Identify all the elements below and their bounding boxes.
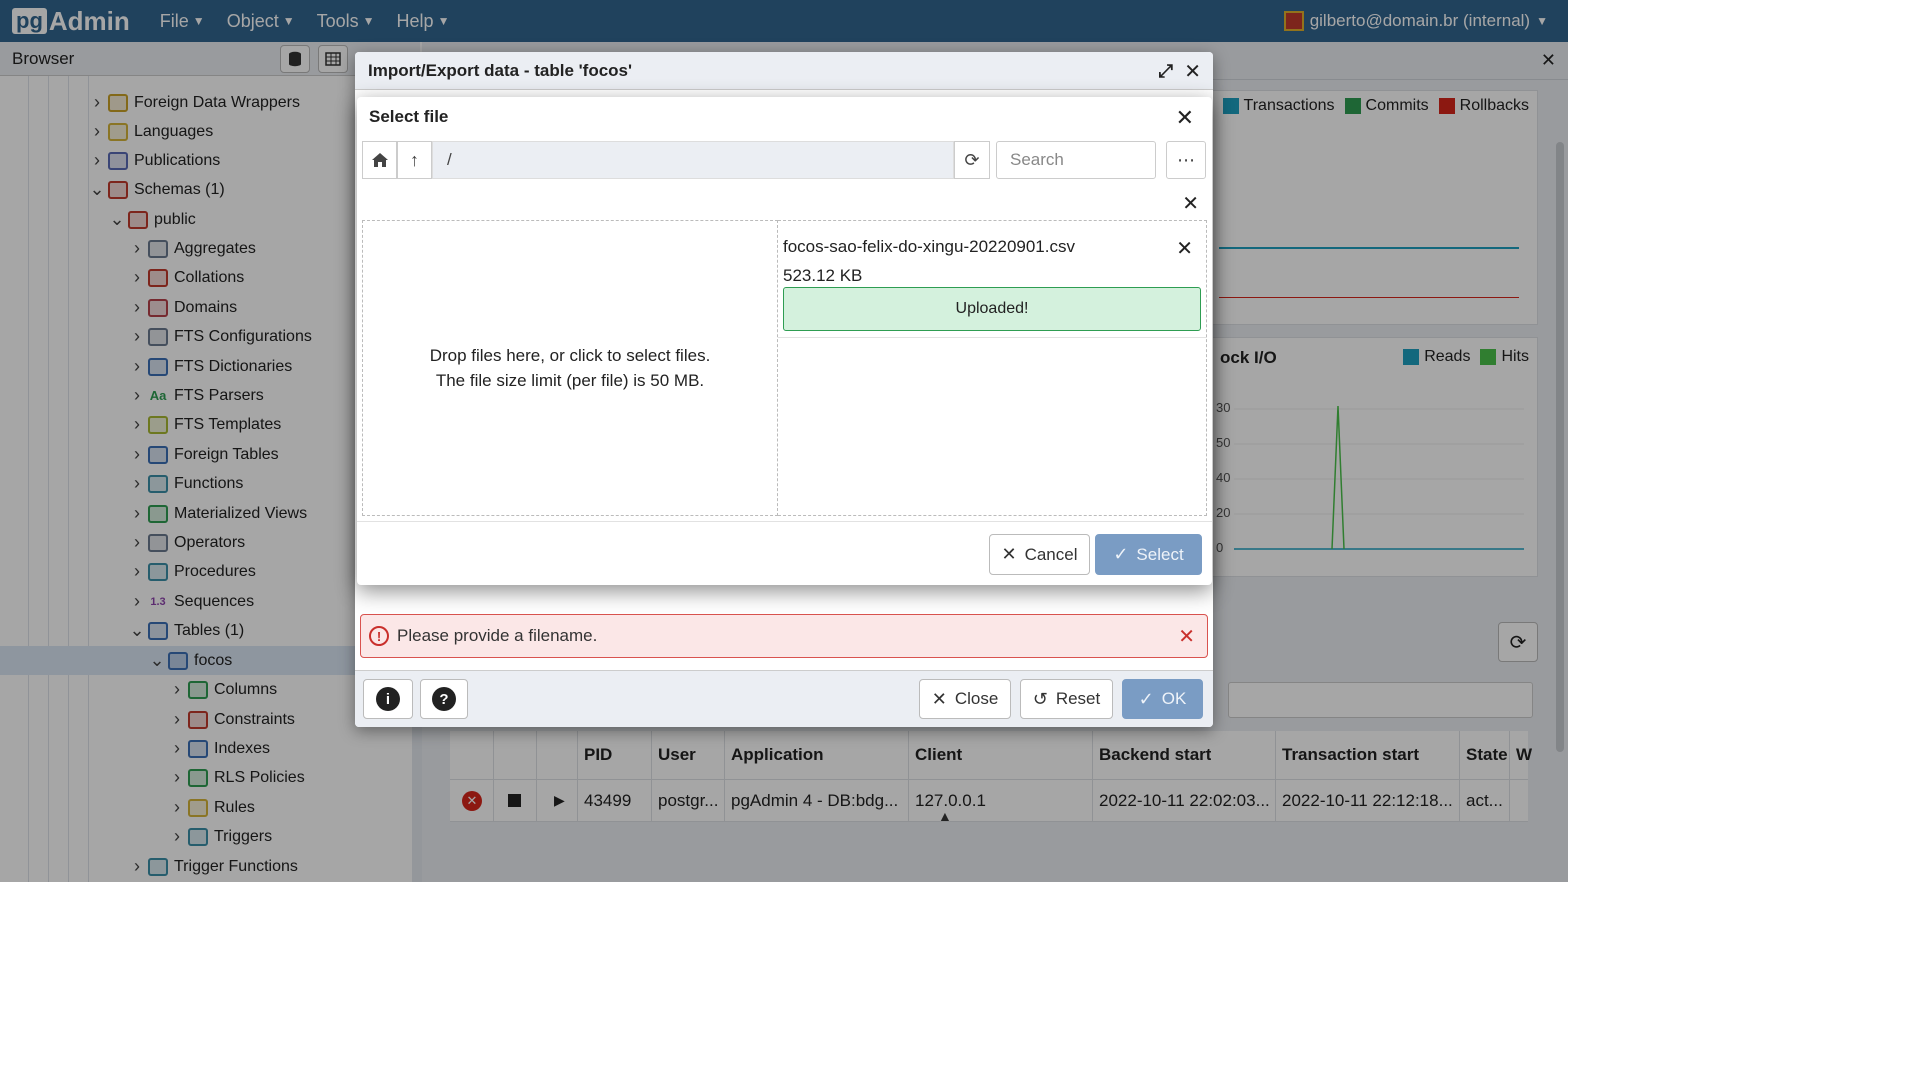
upload-status-badge: Uploaded! — [783, 287, 1201, 331]
info-icon: i — [376, 687, 400, 711]
close-icon[interactable]: ✕ — [1184, 59, 1201, 84]
close-icon: ✕ — [931, 688, 947, 709]
dialog-title-bar: Select file ✕ — [357, 97, 1212, 137]
refresh-button[interactable]: ⟳ — [954, 141, 990, 179]
more-options-button[interactable]: ⋯ — [1166, 141, 1206, 179]
remove-file-icon[interactable]: ✕ — [1176, 236, 1193, 261]
file-dropzone[interactable]: Drop files here, or click to select file… — [362, 220, 778, 516]
reset-icon: ↺ — [1032, 688, 1048, 709]
select-file-dialog: Select file ✕ ↑ / ⟳ Search ⋯ ✕ Drop file… — [357, 97, 1212, 585]
file-toolbar: ↑ / ⟳ Search ⋯ — [362, 141, 1207, 181]
dialog-title-bar[interactable]: Import/Export data - table 'focos' ⤢ ✕ — [355, 52, 1213, 90]
dismiss-error-icon[interactable]: ✕ — [1178, 624, 1195, 649]
parent-folder-button[interactable]: ↑ — [397, 141, 432, 179]
mouse-cursor-icon: ▲ — [938, 808, 952, 824]
select-button[interactable]: ✓ Select — [1095, 534, 1202, 575]
ellipsis-icon: ⋯ — [1177, 149, 1195, 170]
close-upload-icon[interactable]: ✕ — [1182, 191, 1199, 216]
upload-panel-header: ✕ — [362, 187, 1207, 219]
dialog-title: Import/Export data - table 'focos' — [368, 60, 633, 80]
uploaded-files-list: focos-sao-felix-do-xingu-20220901.csv 52… — [778, 220, 1207, 516]
alert-icon: ! — [369, 626, 389, 646]
help-icon: ? — [432, 687, 456, 711]
error-message: ! Please provide a filename. ✕ — [360, 614, 1208, 658]
list-item: focos-sao-felix-do-xingu-20220901.csv 52… — [778, 221, 1207, 338]
file-size: 523.12 KB — [783, 266, 863, 285]
info-button[interactable]: i — [363, 679, 413, 719]
close-button[interactable]: ✕ Close — [919, 679, 1011, 719]
maximize-icon[interactable]: ⤢ — [1159, 61, 1173, 82]
dialog-footer: ✕ Cancel ✓ Select — [357, 521, 1212, 585]
arrow-up-icon: ↑ — [410, 149, 419, 170]
cancel-button[interactable]: ✕ Cancel — [989, 534, 1090, 575]
ok-button[interactable]: ✓ OK — [1122, 679, 1203, 719]
path-field[interactable]: / — [432, 141, 954, 179]
home-button[interactable] — [362, 141, 397, 179]
check-icon: ✓ — [1113, 544, 1129, 564]
dialog-footer: i ? ✕ Close ↺ Reset ✓ OK — [355, 670, 1213, 727]
file-name: focos-sao-felix-do-xingu-20220901.csv — [783, 237, 1075, 256]
help-button[interactable]: ? — [420, 679, 468, 719]
close-icon: ✕ — [1001, 544, 1017, 564]
close-icon[interactable]: ✕ — [1176, 105, 1194, 131]
search-input[interactable]: Search — [996, 141, 1156, 179]
refresh-icon: ⟳ — [964, 149, 980, 170]
check-icon: ✓ — [1138, 688, 1154, 709]
home-icon — [371, 153, 388, 167]
reset-button[interactable]: ↺ Reset — [1020, 679, 1113, 719]
dialog-title: Select file — [369, 107, 449, 126]
